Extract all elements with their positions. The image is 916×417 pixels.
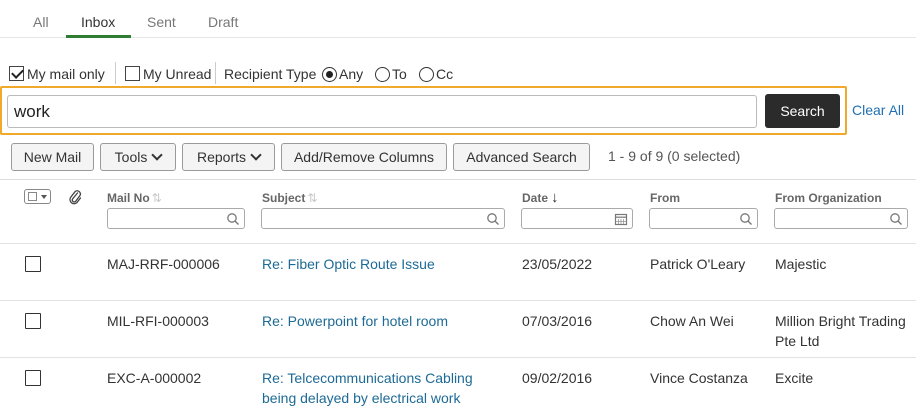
active-tab-indicator: [66, 35, 131, 38]
row-divider: [0, 300, 916, 301]
column-header-from[interactable]: From: [650, 191, 680, 205]
caret-down-icon: [41, 195, 47, 199]
recipient-to-label[interactable]: To: [392, 66, 407, 82]
mail-no-header-label: Mail No: [107, 191, 150, 205]
row-checkbox[interactable]: [25, 313, 41, 329]
checkbox-icon: [28, 192, 37, 201]
advanced-search-label: Advanced Search: [466, 149, 577, 165]
tab-inbox[interactable]: Inbox: [81, 14, 115, 30]
search-button[interactable]: Search: [765, 94, 840, 128]
column-header-date[interactable]: Date ↓: [522, 189, 559, 206]
from-organization-filter-input[interactable]: [774, 208, 908, 229]
chevron-down-icon: [151, 149, 164, 161]
date-filter-input[interactable]: [521, 208, 633, 229]
sort-descending-icon: ↓: [551, 189, 559, 206]
date-header-label: Date: [522, 191, 549, 205]
row-divider: [0, 243, 916, 244]
column-header-mail-no[interactable]: Mail No ⇅: [107, 191, 162, 205]
add-remove-columns-label: Add/Remove Columns: [293, 149, 435, 165]
reports-label: Reports: [196, 149, 247, 165]
advanced-search-button[interactable]: Advanced Search: [453, 143, 590, 171]
my-mail-only-checkbox[interactable]: [9, 66, 24, 81]
from-header-label: From: [650, 191, 680, 205]
sort-icon: ⇅: [307, 191, 318, 205]
filter-divider: [215, 62, 216, 84]
from-organization-cell: Excite: [775, 370, 814, 386]
chevron-down-icon: [250, 149, 262, 161]
tab-draft[interactable]: Draft: [208, 14, 238, 30]
search-icon: [487, 213, 499, 225]
column-header-subject[interactable]: Subject ⇅: [262, 191, 317, 205]
subject-link[interactable]: Re: Fiber Optic Route Issue: [262, 254, 507, 274]
new-mail-label: New Mail: [23, 149, 82, 165]
date-cell: 09/02/2016: [522, 370, 593, 386]
from-filter-input[interactable]: [649, 208, 758, 229]
mail-no-cell: EXC-A-000002: [107, 370, 202, 386]
tools-label: Tools: [114, 149, 148, 165]
recipient-type-label: Recipient Type: [224, 66, 317, 82]
select-all-dropdown[interactable]: [24, 189, 51, 204]
my-mail-only-label[interactable]: My mail only: [27, 66, 105, 82]
mail-no-filter-input[interactable]: [107, 208, 245, 229]
table-top-border: [0, 179, 916, 180]
date-cell: 23/05/2022: [522, 256, 593, 272]
recipient-cc-radio[interactable]: [419, 67, 434, 82]
recipient-cc-label[interactable]: Cc: [436, 66, 453, 82]
row-checkbox[interactable]: [25, 256, 41, 272]
subject-filter-input[interactable]: [261, 208, 505, 229]
from-organization-cell: Million Bright Trading Pte Ltd: [775, 313, 906, 349]
row-divider: [0, 357, 916, 358]
recipient-any-label[interactable]: Any: [339, 66, 363, 82]
tab-sent[interactable]: Sent: [147, 14, 176, 30]
reports-dropdown-button[interactable]: Reports: [182, 143, 275, 171]
search-icon: [227, 213, 239, 225]
from-cell: Chow An Wei: [650, 313, 734, 329]
recipient-any-radio[interactable]: [322, 67, 337, 82]
search-icon: [890, 213, 902, 225]
from-organization-cell: Majestic: [775, 256, 827, 272]
subject-header-label: Subject: [262, 191, 306, 205]
date-cell: 07/03/2016: [522, 313, 593, 329]
paperclip-icon: [69, 190, 82, 205]
mail-tabs: All Inbox Sent Draft: [0, 0, 916, 38]
mail-no-cell: MAJ-RRF-000006: [107, 256, 220, 272]
result-count: 1 - 9 of 9 (0 selected): [608, 148, 741, 164]
subject-link[interactable]: Re: Telcecommunications Cabling being de…: [262, 368, 497, 408]
from-cell: Patrick O'Leary: [650, 256, 746, 272]
row-checkbox[interactable]: [25, 370, 41, 386]
from-cell: Vince Costanza: [650, 370, 748, 386]
add-remove-columns-button[interactable]: Add/Remove Columns: [281, 143, 447, 171]
search-icon: [740, 213, 752, 225]
sort-icon: ⇅: [151, 191, 162, 205]
subject-link[interactable]: Re: Powerpoint for hotel room: [262, 311, 507, 331]
my-unread-checkbox[interactable]: [125, 66, 140, 81]
filter-divider: [115, 62, 116, 84]
clear-all-link[interactable]: Clear All: [852, 102, 904, 118]
from-org-header-label: From Organization: [775, 191, 882, 205]
column-header-from-organization[interactable]: From Organization: [775, 191, 882, 205]
tab-all[interactable]: All: [33, 14, 49, 30]
my-unread-label[interactable]: My Unread: [143, 66, 211, 82]
calendar-icon[interactable]: [614, 212, 628, 226]
search-input[interactable]: [7, 95, 757, 128]
new-mail-button[interactable]: New Mail: [11, 143, 94, 171]
recipient-to-radio[interactable]: [375, 67, 390, 82]
tools-dropdown-button[interactable]: Tools: [100, 143, 176, 171]
mail-no-cell: MIL-RFI-000003: [107, 313, 209, 329]
